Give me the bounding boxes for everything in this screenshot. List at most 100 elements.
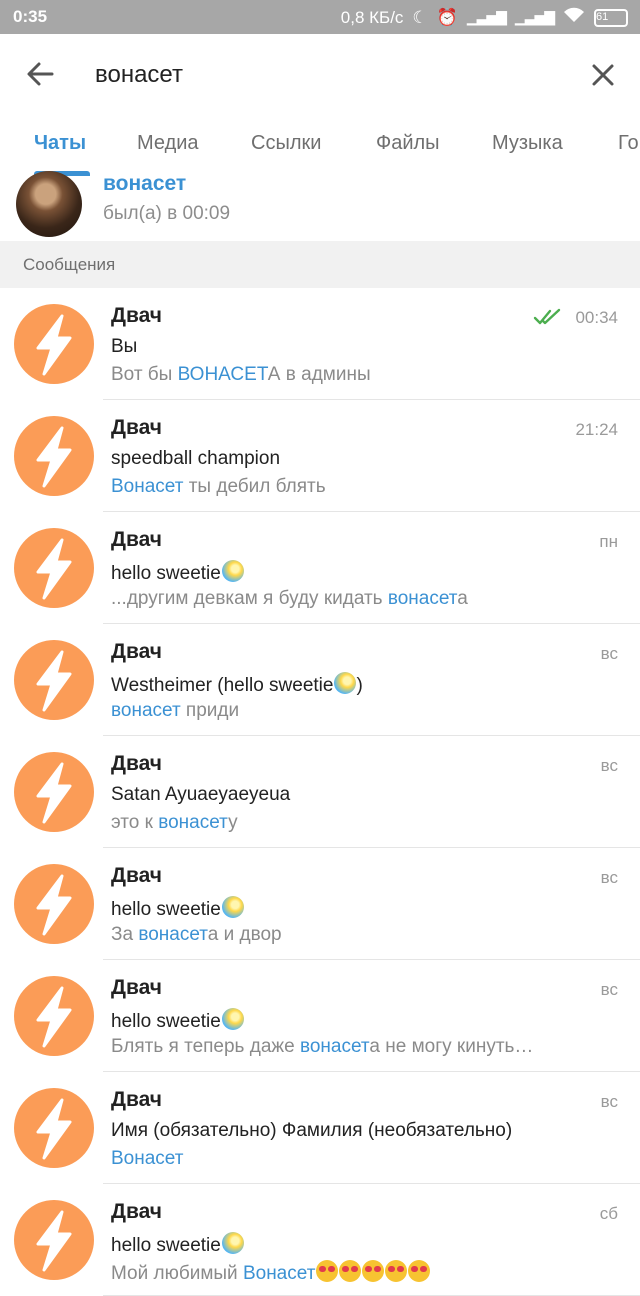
double-check-icon [533, 308, 561, 325]
text-after: приди [180, 700, 240, 721]
status-bar: 0:35 0,8 КБ/с ☾ ⏰ ▁▃▅▇ ▁▃▅▇ 61 [0, 0, 640, 34]
message-time: вс [600, 756, 618, 775]
chat-title: Двач [111, 1200, 162, 1223]
dizzy-emoji-icon [221, 1232, 244, 1254]
message-time: вс [600, 644, 618, 663]
dizzy-emoji-icon [334, 672, 357, 694]
text-before: Блять я теперь даже [111, 1036, 300, 1057]
message-text: ...другим девкам я буду кидать вонасета [111, 588, 468, 610]
heart-eyes-emoji-icon [385, 1260, 408, 1282]
highlighted-match: вонасет [138, 924, 208, 945]
sender-name: hello sweetie [111, 1008, 244, 1033]
tab-media[interactable]: Медиа [137, 132, 199, 155]
dizzy-emoji-icon [221, 896, 244, 918]
lightning-icon [36, 426, 72, 488]
lightning-icon [36, 986, 72, 1048]
message-time: 21:24 [575, 420, 618, 439]
message-result[interactable]: Двач вс Satan Ayuaeyaeyeua это к вонасету [0, 736, 640, 848]
sender-suffix: ) [356, 675, 363, 696]
lightning-icon [36, 1098, 72, 1160]
sender-name: Satan Ayuaeyaeyeua [111, 784, 290, 806]
chat-title: Двач [111, 976, 162, 999]
avatar [14, 1088, 94, 1168]
battery-icon: 61 [594, 8, 628, 27]
chat-title: Двач [111, 416, 162, 439]
message-time: 00:34 [575, 308, 618, 327]
lightning-icon [36, 762, 72, 824]
search-input[interactable]: вонасет [95, 61, 183, 89]
message-result[interactable]: Двач 00:34 Вы Вот бы ВОНАСЕТА в админы [0, 288, 640, 400]
tab-music[interactable]: Музыка [492, 132, 563, 155]
battery-level: 61 [596, 10, 609, 23]
text-after: А в админы [267, 364, 371, 385]
chat-title: Двач [111, 752, 162, 775]
message-time: вс [600, 1092, 618, 1111]
lightning-icon [36, 650, 72, 712]
message-result[interactable]: Двач вс hello sweetie За вонасета и двор [0, 848, 640, 960]
message-text: Блять я теперь даже вонасета не могу кин… [111, 1036, 533, 1058]
avatar [14, 640, 94, 720]
message-text: Вонасет ты дебил блять [111, 476, 326, 498]
highlighted-match: Вонасет [111, 1148, 184, 1169]
moon-icon: ☾ [412, 7, 428, 27]
highlighted-match: ВОНАСЕТ [177, 364, 268, 385]
sender-name: hello sweetie [111, 1232, 244, 1257]
tab-links[interactable]: Ссылки [251, 132, 321, 155]
dizzy-emoji-icon [221, 560, 244, 582]
chat-title: Двач [111, 640, 162, 663]
lightning-icon [36, 538, 72, 600]
message-result[interactable]: Двач сб hello sweetie Мой любимый Вонасет [0, 1184, 640, 1296]
text-after: ты дебил блять [183, 476, 326, 497]
message-time: вс [600, 868, 618, 887]
chat-title: Двач [111, 304, 162, 327]
chat-title: Двач [111, 528, 162, 551]
text-before: Вот бы [111, 364, 178, 385]
tab-bar: Чаты Медиа Ссылки Файлы Музыка Го [0, 116, 640, 178]
tab-files[interactable]: Файлы [376, 132, 440, 155]
sender-text: hello sweetie [111, 563, 221, 584]
alarm-icon: ⏰ [436, 7, 458, 27]
message-text: Вонасет [111, 1148, 183, 1170]
avatar [14, 416, 94, 496]
dizzy-emoji-icon [221, 1008, 244, 1030]
sender-text: speedball champion [111, 448, 281, 469]
heart-eyes-emoji-icon [316, 1260, 339, 1282]
signal-icon: ▁▃▅▇ [466, 9, 507, 25]
message-time: сб [599, 1204, 618, 1223]
section-title: Сообщения [23, 255, 116, 274]
status-icons: 0,8 КБ/с ☾ ⏰ ▁▃▅▇ ▁▃▅▇ 61 [341, 7, 628, 28]
text-before: это к [111, 812, 159, 833]
sender-text: hello sweetie [111, 899, 221, 920]
contact-result[interactable]: вонасет был(а) в 00:09 [0, 171, 640, 241]
text-after: а и двор [207, 924, 282, 945]
contact-name: вонасет [103, 172, 187, 195]
tab-chats[interactable]: Чаты [34, 132, 86, 155]
sender-text: Satan Ayuaeyaeyeua [111, 784, 291, 805]
last-seen: был(а) в 00:09 [103, 203, 231, 224]
close-icon[interactable] [588, 60, 618, 90]
message-text: это к вонасету [111, 812, 238, 834]
sender-name: Westheimer (hello sweetie) [111, 672, 363, 697]
text-before: ...другим девкам я буду кидать [111, 588, 388, 609]
message-result[interactable]: Двач вс Westheimer (hello sweetie) вонасет … [0, 624, 640, 736]
arrow-left-icon[interactable] [24, 58, 56, 90]
message-result[interactable]: Двач пн hello sweetie ...другим девкам я бу… [0, 512, 640, 624]
highlighted-match: Вонасет [242, 1263, 316, 1284]
message-result[interactable]: Двач вс Имя (обязательно) Фамилия (необяза… [0, 1072, 640, 1184]
text-after: а не могу кинуть… [369, 1036, 534, 1057]
message-result[interactable]: Двач 21:24 speedball champion Вонасет ты де… [0, 400, 640, 512]
message-time: вс [600, 980, 618, 999]
tab-voice[interactable]: Го [618, 132, 639, 155]
sender-text: hello sweetie [111, 1011, 221, 1032]
avatar [14, 304, 94, 384]
avatar [14, 752, 94, 832]
sender-name: hello sweetie [111, 896, 244, 921]
sender-text: Westheimer (hello sweetie [111, 675, 334, 696]
message-text: Мой любимый Вонасет [111, 1260, 431, 1285]
highlighted-match: Вонасет [111, 476, 184, 497]
avatar [14, 976, 94, 1056]
avatar [14, 528, 94, 608]
clock: 0:35 [13, 7, 48, 26]
message-result[interactable]: Двач вс hello sweetie Блять я теперь даже в… [0, 960, 640, 1072]
chat-title: Двач [111, 1088, 162, 1111]
